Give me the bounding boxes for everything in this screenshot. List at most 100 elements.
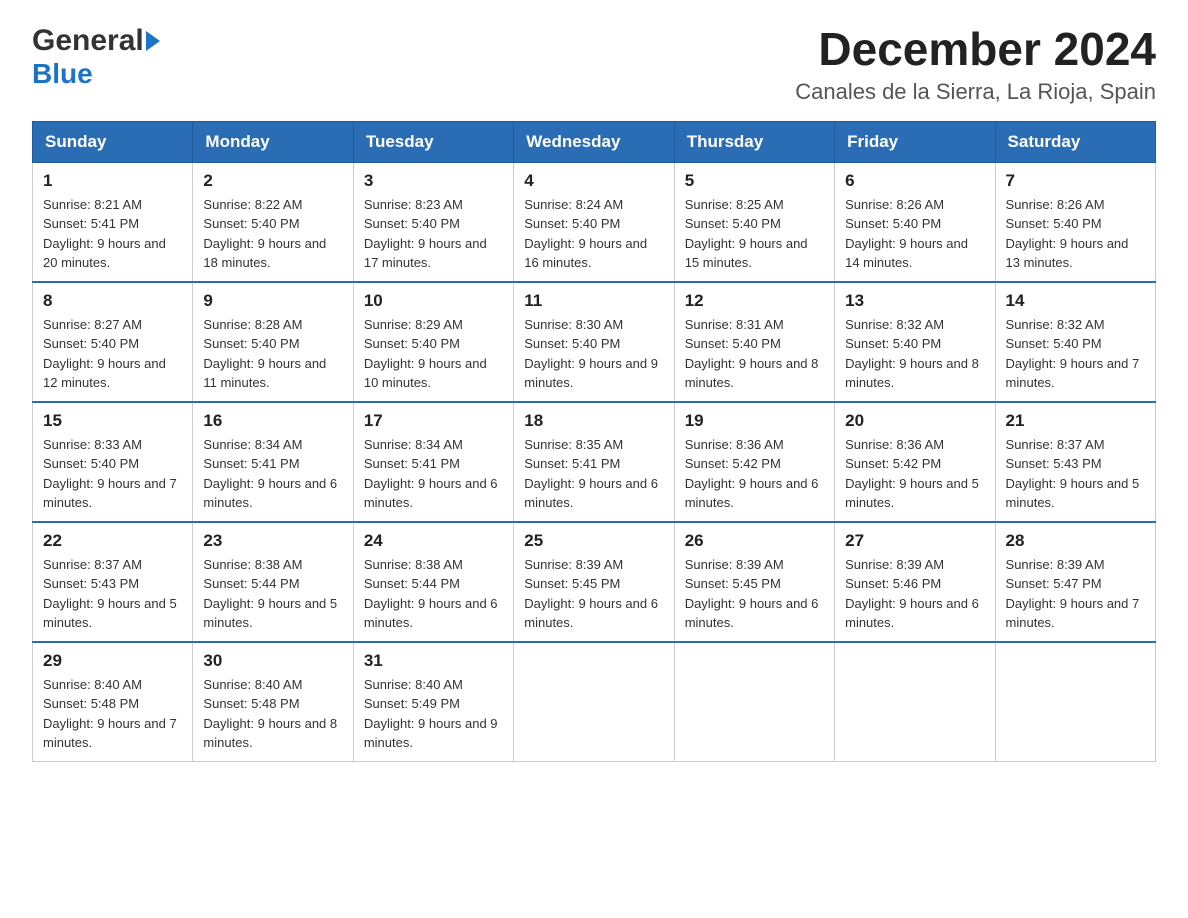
day-info: Sunrise: 8:38 AM Sunset: 5:44 PM Dayligh… <box>364 555 503 633</box>
calendar-cell: 16 Sunrise: 8:34 AM Sunset: 5:41 PM Dayl… <box>193 402 353 522</box>
day-info: Sunrise: 8:22 AM Sunset: 5:40 PM Dayligh… <box>203 195 342 273</box>
day-number: 24 <box>364 531 503 551</box>
calendar-cell <box>514 642 674 762</box>
calendar-cell: 9 Sunrise: 8:28 AM Sunset: 5:40 PM Dayli… <box>193 282 353 402</box>
day-number: 28 <box>1006 531 1145 551</box>
calendar-cell: 18 Sunrise: 8:35 AM Sunset: 5:41 PM Dayl… <box>514 402 674 522</box>
calendar-week-row: 22 Sunrise: 8:37 AM Sunset: 5:43 PM Dayl… <box>33 522 1156 642</box>
day-info: Sunrise: 8:37 AM Sunset: 5:43 PM Dayligh… <box>1006 435 1145 513</box>
calendar-cell: 2 Sunrise: 8:22 AM Sunset: 5:40 PM Dayli… <box>193 162 353 282</box>
day-number: 19 <box>685 411 824 431</box>
calendar-header-row: SundayMondayTuesdayWednesdayThursdayFrid… <box>33 121 1156 162</box>
day-number: 13 <box>845 291 984 311</box>
calendar-cell: 27 Sunrise: 8:39 AM Sunset: 5:46 PM Dayl… <box>835 522 995 642</box>
calendar-cell: 29 Sunrise: 8:40 AM Sunset: 5:48 PM Dayl… <box>33 642 193 762</box>
day-info: Sunrise: 8:26 AM Sunset: 5:40 PM Dayligh… <box>1006 195 1145 273</box>
calendar-cell: 17 Sunrise: 8:34 AM Sunset: 5:41 PM Dayl… <box>353 402 513 522</box>
logo-blue: Blue <box>32 58 160 90</box>
logo-arrow-icon <box>146 31 160 51</box>
calendar-cell: 1 Sunrise: 8:21 AM Sunset: 5:41 PM Dayli… <box>33 162 193 282</box>
calendar-cell: 31 Sunrise: 8:40 AM Sunset: 5:49 PM Dayl… <box>353 642 513 762</box>
calendar-col-sunday: Sunday <box>33 121 193 162</box>
calendar-cell: 28 Sunrise: 8:39 AM Sunset: 5:47 PM Dayl… <box>995 522 1155 642</box>
day-number: 9 <box>203 291 342 311</box>
calendar-week-row: 1 Sunrise: 8:21 AM Sunset: 5:41 PM Dayli… <box>33 162 1156 282</box>
calendar-col-wednesday: Wednesday <box>514 121 674 162</box>
day-number: 11 <box>524 291 663 311</box>
calendar-cell: 21 Sunrise: 8:37 AM Sunset: 5:43 PM Dayl… <box>995 402 1155 522</box>
calendar-col-friday: Friday <box>835 121 995 162</box>
day-number: 16 <box>203 411 342 431</box>
day-number: 1 <box>43 171 182 191</box>
day-info: Sunrise: 8:33 AM Sunset: 5:40 PM Dayligh… <box>43 435 182 513</box>
day-number: 30 <box>203 651 342 671</box>
day-number: 8 <box>43 291 182 311</box>
calendar-cell <box>995 642 1155 762</box>
day-info: Sunrise: 8:27 AM Sunset: 5:40 PM Dayligh… <box>43 315 182 393</box>
calendar-week-row: 15 Sunrise: 8:33 AM Sunset: 5:40 PM Dayl… <box>33 402 1156 522</box>
calendar-week-row: 8 Sunrise: 8:27 AM Sunset: 5:40 PM Dayli… <box>33 282 1156 402</box>
day-number: 2 <box>203 171 342 191</box>
calendar-cell: 26 Sunrise: 8:39 AM Sunset: 5:45 PM Dayl… <box>674 522 834 642</box>
day-info: Sunrise: 8:38 AM Sunset: 5:44 PM Dayligh… <box>203 555 342 633</box>
day-number: 12 <box>685 291 824 311</box>
day-info: Sunrise: 8:24 AM Sunset: 5:40 PM Dayligh… <box>524 195 663 273</box>
calendar-cell: 20 Sunrise: 8:36 AM Sunset: 5:42 PM Dayl… <box>835 402 995 522</box>
day-info: Sunrise: 8:36 AM Sunset: 5:42 PM Dayligh… <box>685 435 824 513</box>
day-number: 7 <box>1006 171 1145 191</box>
calendar-cell: 5 Sunrise: 8:25 AM Sunset: 5:40 PM Dayli… <box>674 162 834 282</box>
day-info: Sunrise: 8:36 AM Sunset: 5:42 PM Dayligh… <box>845 435 984 513</box>
calendar-cell: 8 Sunrise: 8:27 AM Sunset: 5:40 PM Dayli… <box>33 282 193 402</box>
day-info: Sunrise: 8:34 AM Sunset: 5:41 PM Dayligh… <box>203 435 342 513</box>
calendar-cell: 13 Sunrise: 8:32 AM Sunset: 5:40 PM Dayl… <box>835 282 995 402</box>
logo: General Blue <box>32 24 160 90</box>
calendar-cell <box>674 642 834 762</box>
day-info: Sunrise: 8:39 AM Sunset: 5:47 PM Dayligh… <box>1006 555 1145 633</box>
calendar-cell: 11 Sunrise: 8:30 AM Sunset: 5:40 PM Dayl… <box>514 282 674 402</box>
day-info: Sunrise: 8:29 AM Sunset: 5:40 PM Dayligh… <box>364 315 503 393</box>
calendar-cell: 23 Sunrise: 8:38 AM Sunset: 5:44 PM Dayl… <box>193 522 353 642</box>
day-info: Sunrise: 8:31 AM Sunset: 5:40 PM Dayligh… <box>685 315 824 393</box>
calendar-cell: 25 Sunrise: 8:39 AM Sunset: 5:45 PM Dayl… <box>514 522 674 642</box>
day-number: 21 <box>1006 411 1145 431</box>
calendar-week-row: 29 Sunrise: 8:40 AM Sunset: 5:48 PM Dayl… <box>33 642 1156 762</box>
day-number: 17 <box>364 411 503 431</box>
day-info: Sunrise: 8:40 AM Sunset: 5:49 PM Dayligh… <box>364 675 503 753</box>
day-number: 6 <box>845 171 984 191</box>
calendar-cell: 30 Sunrise: 8:40 AM Sunset: 5:48 PM Dayl… <box>193 642 353 762</box>
day-number: 22 <box>43 531 182 551</box>
day-info: Sunrise: 8:30 AM Sunset: 5:40 PM Dayligh… <box>524 315 663 393</box>
day-number: 31 <box>364 651 503 671</box>
day-info: Sunrise: 8:39 AM Sunset: 5:45 PM Dayligh… <box>685 555 824 633</box>
day-number: 23 <box>203 531 342 551</box>
day-number: 25 <box>524 531 663 551</box>
calendar-cell: 10 Sunrise: 8:29 AM Sunset: 5:40 PM Dayl… <box>353 282 513 402</box>
calendar-cell <box>835 642 995 762</box>
day-info: Sunrise: 8:39 AM Sunset: 5:45 PM Dayligh… <box>524 555 663 633</box>
day-number: 5 <box>685 171 824 191</box>
calendar-cell: 7 Sunrise: 8:26 AM Sunset: 5:40 PM Dayli… <box>995 162 1155 282</box>
day-number: 26 <box>685 531 824 551</box>
day-info: Sunrise: 8:34 AM Sunset: 5:41 PM Dayligh… <box>364 435 503 513</box>
logo-general: General <box>32 24 144 58</box>
day-number: 15 <box>43 411 182 431</box>
day-info: Sunrise: 8:35 AM Sunset: 5:41 PM Dayligh… <box>524 435 663 513</box>
day-number: 18 <box>524 411 663 431</box>
day-info: Sunrise: 8:40 AM Sunset: 5:48 PM Dayligh… <box>43 675 182 753</box>
day-info: Sunrise: 8:37 AM Sunset: 5:43 PM Dayligh… <box>43 555 182 633</box>
day-info: Sunrise: 8:26 AM Sunset: 5:40 PM Dayligh… <box>845 195 984 273</box>
calendar-col-tuesday: Tuesday <box>353 121 513 162</box>
page-header: General Blue December 2024 Canales de la… <box>32 24 1156 105</box>
day-info: Sunrise: 8:21 AM Sunset: 5:41 PM Dayligh… <box>43 195 182 273</box>
day-info: Sunrise: 8:32 AM Sunset: 5:40 PM Dayligh… <box>1006 315 1145 393</box>
day-number: 3 <box>364 171 503 191</box>
calendar-cell: 14 Sunrise: 8:32 AM Sunset: 5:40 PM Dayl… <box>995 282 1155 402</box>
title-block: December 2024 Canales de la Sierra, La R… <box>795 24 1156 105</box>
day-number: 4 <box>524 171 663 191</box>
calendar-col-monday: Monday <box>193 121 353 162</box>
day-number: 14 <box>1006 291 1145 311</box>
day-info: Sunrise: 8:28 AM Sunset: 5:40 PM Dayligh… <box>203 315 342 393</box>
day-number: 10 <box>364 291 503 311</box>
day-info: Sunrise: 8:40 AM Sunset: 5:48 PM Dayligh… <box>203 675 342 753</box>
day-info: Sunrise: 8:39 AM Sunset: 5:46 PM Dayligh… <box>845 555 984 633</box>
